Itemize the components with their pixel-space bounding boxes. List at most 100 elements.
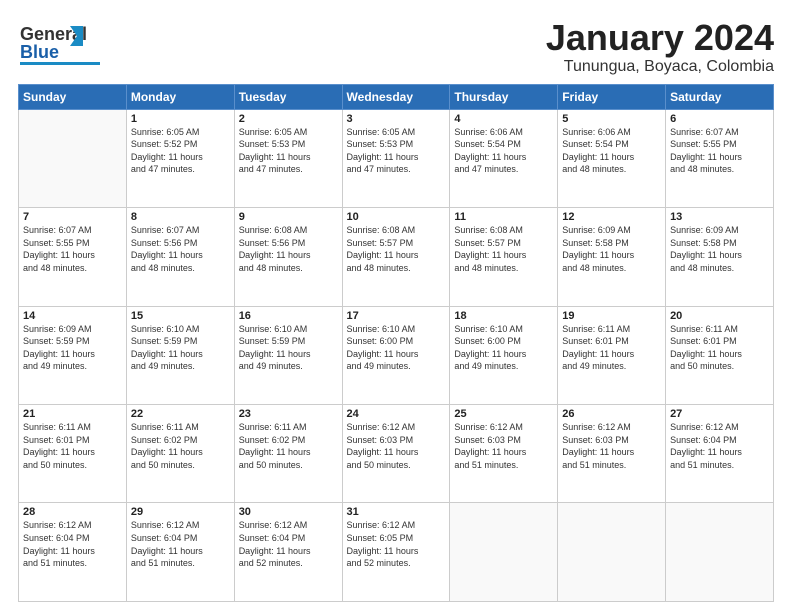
day-info: Sunrise: 6:12 AMSunset: 6:04 PMDaylight:…	[131, 519, 230, 569]
day-number: 1	[131, 113, 230, 125]
table-row	[19, 109, 127, 207]
day-info: Sunrise: 6:11 AMSunset: 6:01 PMDaylight:…	[23, 421, 122, 471]
col-monday: Monday	[126, 84, 234, 109]
day-info: Sunrise: 6:12 AMSunset: 6:05 PMDaylight:…	[347, 519, 446, 569]
col-sunday: Sunday	[19, 84, 127, 109]
day-number: 7	[23, 211, 122, 223]
calendar-week-row: 1Sunrise: 6:05 AMSunset: 5:52 PMDaylight…	[19, 109, 774, 207]
logo: General Blue	[18, 18, 108, 73]
day-info: Sunrise: 6:05 AMSunset: 5:53 PMDaylight:…	[239, 126, 338, 176]
day-number: 8	[131, 211, 230, 223]
day-info: Sunrise: 6:08 AMSunset: 5:56 PMDaylight:…	[239, 224, 338, 274]
table-row: 16Sunrise: 6:10 AMSunset: 5:59 PMDayligh…	[234, 306, 342, 404]
table-row	[666, 503, 774, 602]
day-number: 15	[131, 310, 230, 322]
day-info: Sunrise: 6:12 AMSunset: 6:03 PMDaylight:…	[562, 421, 661, 471]
day-number: 2	[239, 113, 338, 125]
col-thursday: Thursday	[450, 84, 558, 109]
table-row: 26Sunrise: 6:12 AMSunset: 6:03 PMDayligh…	[558, 405, 666, 503]
table-row: 23Sunrise: 6:11 AMSunset: 6:02 PMDayligh…	[234, 405, 342, 503]
day-info: Sunrise: 6:07 AMSunset: 5:56 PMDaylight:…	[131, 224, 230, 274]
day-info: Sunrise: 6:10 AMSunset: 5:59 PMDaylight:…	[131, 323, 230, 373]
calendar-title: January 2024	[546, 18, 774, 58]
day-info: Sunrise: 6:06 AMSunset: 5:54 PMDaylight:…	[454, 126, 553, 176]
day-number: 3	[347, 113, 446, 125]
table-row: 18Sunrise: 6:10 AMSunset: 6:00 PMDayligh…	[450, 306, 558, 404]
day-number: 19	[562, 310, 661, 322]
day-info: Sunrise: 6:12 AMSunset: 6:03 PMDaylight:…	[454, 421, 553, 471]
day-number: 28	[23, 506, 122, 518]
logo-svg: General Blue	[18, 18, 108, 73]
table-row	[558, 503, 666, 602]
table-row: 28Sunrise: 6:12 AMSunset: 6:04 PMDayligh…	[19, 503, 127, 602]
day-number: 17	[347, 310, 446, 322]
day-number: 24	[347, 408, 446, 420]
table-row: 25Sunrise: 6:12 AMSunset: 6:03 PMDayligh…	[450, 405, 558, 503]
day-info: Sunrise: 6:10 AMSunset: 6:00 PMDaylight:…	[454, 323, 553, 373]
table-row: 8Sunrise: 6:07 AMSunset: 5:56 PMDaylight…	[126, 208, 234, 306]
day-number: 6	[670, 113, 769, 125]
day-number: 10	[347, 211, 446, 223]
day-info: Sunrise: 6:12 AMSunset: 6:04 PMDaylight:…	[670, 421, 769, 471]
day-info: Sunrise: 6:10 AMSunset: 6:00 PMDaylight:…	[347, 323, 446, 373]
header: General Blue January 2024 Tunungua, Boya…	[18, 18, 774, 76]
day-info: Sunrise: 6:06 AMSunset: 5:54 PMDaylight:…	[562, 126, 661, 176]
day-info: Sunrise: 6:11 AMSunset: 6:02 PMDaylight:…	[239, 421, 338, 471]
day-number: 4	[454, 113, 553, 125]
table-row: 12Sunrise: 6:09 AMSunset: 5:58 PMDayligh…	[558, 208, 666, 306]
day-info: Sunrise: 6:08 AMSunset: 5:57 PMDaylight:…	[454, 224, 553, 274]
day-number: 13	[670, 211, 769, 223]
day-number: 5	[562, 113, 661, 125]
table-row: 3Sunrise: 6:05 AMSunset: 5:53 PMDaylight…	[342, 109, 450, 207]
day-info: Sunrise: 6:11 AMSunset: 6:02 PMDaylight:…	[131, 421, 230, 471]
col-tuesday: Tuesday	[234, 84, 342, 109]
day-number: 31	[347, 506, 446, 518]
table-row: 5Sunrise: 6:06 AMSunset: 5:54 PMDaylight…	[558, 109, 666, 207]
day-number: 26	[562, 408, 661, 420]
calendar-week-row: 14Sunrise: 6:09 AMSunset: 5:59 PMDayligh…	[19, 306, 774, 404]
table-row: 14Sunrise: 6:09 AMSunset: 5:59 PMDayligh…	[19, 306, 127, 404]
page: General Blue January 2024 Tunungua, Boya…	[0, 0, 792, 612]
table-row: 9Sunrise: 6:08 AMSunset: 5:56 PMDaylight…	[234, 208, 342, 306]
calendar-header-row: Sunday Monday Tuesday Wednesday Thursday…	[19, 84, 774, 109]
calendar-week-row: 28 Sunrise: 6:12 AMSunset: 6:04 PMDayligh…	[19, 503, 774, 602]
day-info: Sunrise: 6:05 AMSunset: 5:53 PMDaylight:…	[347, 126, 446, 176]
day-info: Sunrise: 6:12 AMSunset: 6:03 PMDaylight:…	[347, 421, 446, 471]
day-number: 21	[23, 408, 122, 420]
day-number: 12	[562, 211, 661, 223]
day-number: 29	[131, 506, 230, 518]
calendar-table: Sunday Monday Tuesday Wednesday Thursday…	[18, 84, 774, 602]
table-row: 15Sunrise: 6:10 AMSunset: 5:59 PMDayligh…	[126, 306, 234, 404]
col-wednesday: Wednesday	[342, 84, 450, 109]
col-friday: Friday	[558, 84, 666, 109]
table-row: 11Sunrise: 6:08 AMSunset: 5:57 PMDayligh…	[450, 208, 558, 306]
day-info: Sunrise: 6:09 AMSunset: 5:58 PMDaylight:…	[562, 224, 661, 274]
table-row	[450, 503, 558, 602]
table-row: 13Sunrise: 6:09 AMSunset: 5:58 PMDayligh…	[666, 208, 774, 306]
table-row: 29Sunrise: 6:12 AMSunset: 6:04 PMDayligh…	[126, 503, 234, 602]
day-info: Sunrise: 6:09 AMSunset: 5:58 PMDaylight:…	[670, 224, 769, 274]
calendar-subtitle: Tunungua, Boyaca, Colombia	[546, 58, 774, 76]
table-row: 6Sunrise: 6:07 AMSunset: 5:55 PMDaylight…	[666, 109, 774, 207]
table-row: 21Sunrise: 6:11 AMSunset: 6:01 PMDayligh…	[19, 405, 127, 503]
table-row: 4Sunrise: 6:06 AMSunset: 5:54 PMDaylight…	[450, 109, 558, 207]
day-number: 11	[454, 211, 553, 223]
table-row: 17Sunrise: 6:10 AMSunset: 6:00 PMDayligh…	[342, 306, 450, 404]
day-info: Sunrise: 6:12 AMSunset: 6:04 PMDaylight:…	[239, 519, 338, 569]
day-number: 14	[23, 310, 122, 322]
table-row: 1Sunrise: 6:05 AMSunset: 5:52 PMDaylight…	[126, 109, 234, 207]
day-info: Sunrise: 6:08 AMSunset: 5:57 PMDaylight:…	[347, 224, 446, 274]
table-row: 7Sunrise: 6:07 AMSunset: 5:55 PMDaylight…	[19, 208, 127, 306]
title-block: January 2024 Tunungua, Boyaca, Colombia	[546, 18, 774, 76]
day-number: 23	[239, 408, 338, 420]
col-saturday: Saturday	[666, 84, 774, 109]
calendar-week-row: 7Sunrise: 6:07 AMSunset: 5:55 PMDaylight…	[19, 208, 774, 306]
svg-text:Blue: Blue	[20, 42, 59, 62]
day-number: 25	[454, 408, 553, 420]
table-row: 20Sunrise: 6:11 AMSunset: 6:01 PMDayligh…	[666, 306, 774, 404]
day-info: Sunrise: 6:09 AMSunset: 5:59 PMDaylight:…	[23, 323, 122, 373]
table-row: 30Sunrise: 6:12 AMSunset: 6:04 PMDayligh…	[234, 503, 342, 602]
day-info: Sunrise: 6:11 AMSunset: 6:01 PMDaylight:…	[562, 323, 661, 373]
table-row: 2Sunrise: 6:05 AMSunset: 5:53 PMDaylight…	[234, 109, 342, 207]
table-row: 22Sunrise: 6:11 AMSunset: 6:02 PMDayligh…	[126, 405, 234, 503]
